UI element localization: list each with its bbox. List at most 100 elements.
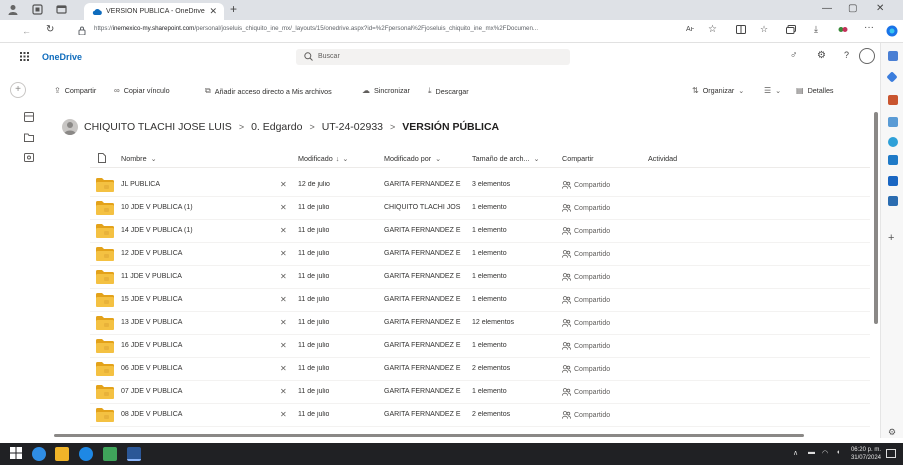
- edge-taskbar-icon[interactable]: [32, 447, 46, 461]
- row-modified-by[interactable]: GARITA FERNANDEZ E: [384, 181, 470, 188]
- table-row[interactable]: 12 JDE V PUBLICA ✕ 11 de julio GARITA FE…: [90, 243, 870, 266]
- column-modified[interactable]: Modificado ↓ ⌄: [298, 154, 348, 163]
- help-icon[interactable]: ?: [844, 50, 849, 60]
- download-button[interactable]: ⤓ Descargar: [428, 86, 469, 96]
- pin-icon[interactable]: ✕: [280, 272, 287, 281]
- row-modified-by[interactable]: GARITA FERNANDEZ E: [384, 296, 470, 303]
- pin-icon[interactable]: ✕: [280, 180, 287, 189]
- row-name[interactable]: 16 JDE V PÚBLICA: [121, 342, 271, 349]
- outlook-icon[interactable]: [888, 155, 898, 165]
- table-row[interactable]: 07 JDE V PÚBLICA ✕ 11 de julio GARITA FE…: [90, 381, 870, 404]
- pin-icon[interactable]: ✕: [280, 341, 287, 350]
- row-name[interactable]: 13 JDE V PÚBLICA: [121, 319, 271, 326]
- row-modified-by[interactable]: GARITA FERNANDEZ E: [384, 227, 470, 234]
- split-screen-icon[interactable]: [736, 25, 746, 34]
- row-name[interactable]: 07 JDE V PÚBLICA: [121, 388, 271, 395]
- table-row[interactable]: 16 JDE V PÚBLICA ✕ 11 de julio GARITA FE…: [90, 335, 870, 358]
- table-row[interactable]: JL PÚBLICA ✕ 12 de julio GARITA FERNANDE…: [90, 174, 870, 197]
- row-sharing[interactable]: Compartido: [562, 250, 610, 258]
- copilot-icon[interactable]: [886, 25, 898, 37]
- search-sidebar-icon[interactable]: [888, 51, 898, 61]
- breadcrumb-owner[interactable]: CHIQUITO TLACHI JOSE LUIS: [84, 121, 232, 133]
- row-sharing[interactable]: Compartido: [562, 273, 610, 281]
- row-sharing[interactable]: Compartido: [562, 204, 610, 212]
- sync-button[interactable]: ☁ Sincronizar: [362, 86, 410, 95]
- row-sharing[interactable]: Compartido: [562, 181, 610, 189]
- pin-icon[interactable]: ✕: [280, 203, 287, 212]
- tab-actions-icon[interactable]: [56, 4, 67, 15]
- minimize-icon[interactable]: —: [822, 3, 832, 14]
- rail-folder-icon[interactable]: [24, 133, 34, 142]
- tools-icon[interactable]: [888, 95, 898, 105]
- row-name[interactable]: 10 JDE V PÚBLICA (1): [121, 204, 271, 211]
- row-sharing[interactable]: Compartido: [562, 342, 610, 350]
- row-name[interactable]: 11 JDE V PÚBLICA: [121, 273, 271, 280]
- wifi-icon[interactable]: ◠: [822, 449, 828, 457]
- column-modified-by[interactable]: Modificado por ⌄: [384, 154, 441, 163]
- people-icon[interactable]: [888, 117, 898, 127]
- sidebar-settings-icon[interactable]: ⚙: [888, 427, 896, 438]
- row-sharing[interactable]: Compartido: [562, 227, 610, 235]
- row-sharing[interactable]: Compartido: [562, 411, 610, 419]
- pin-icon[interactable]: ✕: [280, 295, 287, 304]
- row-name[interactable]: 06 JDE V PÚBLICA: [121, 365, 271, 372]
- file-type-icon[interactable]: [98, 153, 106, 163]
- row-sharing[interactable]: Compartido: [562, 296, 610, 304]
- add-sidebar-icon[interactable]: +: [888, 232, 894, 244]
- discover-icon[interactable]: [886, 71, 898, 83]
- row-modified-by[interactable]: GARITA FERNANDEZ E: [384, 273, 470, 280]
- breadcrumb-level1[interactable]: 0. Edgardo: [251, 121, 302, 133]
- share-people-icon[interactable]: ♂: [790, 50, 798, 61]
- pin-icon[interactable]: ✕: [280, 226, 287, 235]
- table-row[interactable]: 15 JDE V PÚBLICA ✕ 11 de julio GARITA FE…: [90, 289, 870, 312]
- lock-icon[interactable]: [78, 26, 86, 35]
- row-modified-by[interactable]: CHIQUITO TLACHI JOS: [384, 204, 470, 211]
- pin-icon[interactable]: ✕: [280, 318, 287, 327]
- row-name[interactable]: 08 JDE V PÚBLICA: [121, 411, 271, 418]
- row-name[interactable]: 12 JDE V PUBLICA: [121, 250, 271, 257]
- organize-button[interactable]: ⇅ Organizar ⌄: [692, 86, 744, 95]
- chrome-taskbar-icon[interactable]: [79, 447, 93, 461]
- table-row[interactable]: 08 JDE V PÚBLICA ✕ 11 de julio GARITA FE…: [90, 404, 870, 427]
- workspaces-icon[interactable]: [32, 4, 43, 15]
- row-modified-by[interactable]: GARITA FERNANDEZ E: [384, 411, 470, 418]
- table-row[interactable]: 11 JDE V PÚBLICA ✕ 11 de julio GARITA FE…: [90, 266, 870, 289]
- tab-close-icon[interactable]: ✕: [209, 6, 217, 17]
- pin-icon[interactable]: ✕: [280, 387, 287, 396]
- extensions-icon[interactable]: [838, 25, 848, 34]
- volume-icon[interactable]: ◖: [836, 449, 840, 456]
- table-row[interactable]: 06 JDE V PÚBLICA ✕ 11 de julio GARITA FE…: [90, 358, 870, 381]
- vertical-scrollbar[interactable]: [874, 112, 878, 324]
- browser-tab-active[interactable]: VERSIÓN PÚBLICA - OneDrive ✕: [84, 3, 224, 20]
- row-modified-by[interactable]: GARITA FERNANDEZ E: [384, 250, 470, 257]
- more-options-icon[interactable]: ···: [864, 22, 874, 33]
- row-sharing[interactable]: Compartido: [562, 319, 610, 327]
- pin-icon[interactable]: ✕: [280, 410, 287, 419]
- tray-chevron-icon[interactable]: ∧: [793, 449, 798, 457]
- row-sharing[interactable]: Compartido: [562, 388, 610, 396]
- notifications-icon[interactable]: [886, 449, 896, 458]
- app-launcher-icon[interactable]: [20, 52, 29, 61]
- collections-icon[interactable]: [786, 25, 796, 34]
- downloads-icon[interactable]: ⤓: [814, 24, 818, 35]
- search-input[interactable]: Buscar: [296, 49, 570, 65]
- office-icon[interactable]: [888, 137, 898, 147]
- games-icon[interactable]: [888, 196, 898, 206]
- favorites-icon[interactable]: ☆: [760, 24, 768, 35]
- back-icon[interactable]: ←: [22, 26, 31, 36]
- copy-link-button[interactable]: ∞ Copiar vínculo: [114, 86, 170, 95]
- share-button[interactable]: ⇪ Compartir: [54, 86, 96, 95]
- add-shortcut-button[interactable]: ⧉ Añadir acceso directo a Mis archivos: [205, 86, 332, 96]
- profile-icon[interactable]: [8, 4, 18, 15]
- settings-gear-icon[interactable]: ⚙: [817, 50, 826, 61]
- row-name[interactable]: JL PÚBLICA: [121, 181, 271, 188]
- send-icon[interactable]: [888, 176, 898, 186]
- column-name[interactable]: Nombre ⌄: [121, 154, 157, 163]
- table-row[interactable]: 13 JDE V PÚBLICA ✕ 11 de julio GARITA FE…: [90, 312, 870, 335]
- row-modified-by[interactable]: GARITA FERNANDEZ E: [384, 342, 470, 349]
- column-size[interactable]: Tamaño de arch... ⌄: [472, 154, 540, 163]
- breadcrumb-level2[interactable]: UT-24-02933: [322, 121, 383, 133]
- new-tab-button[interactable]: +: [230, 2, 237, 16]
- row-name[interactable]: 14 JDE V PÚBLICA (1): [121, 227, 271, 234]
- horizontal-scrollbar[interactable]: [54, 434, 804, 437]
